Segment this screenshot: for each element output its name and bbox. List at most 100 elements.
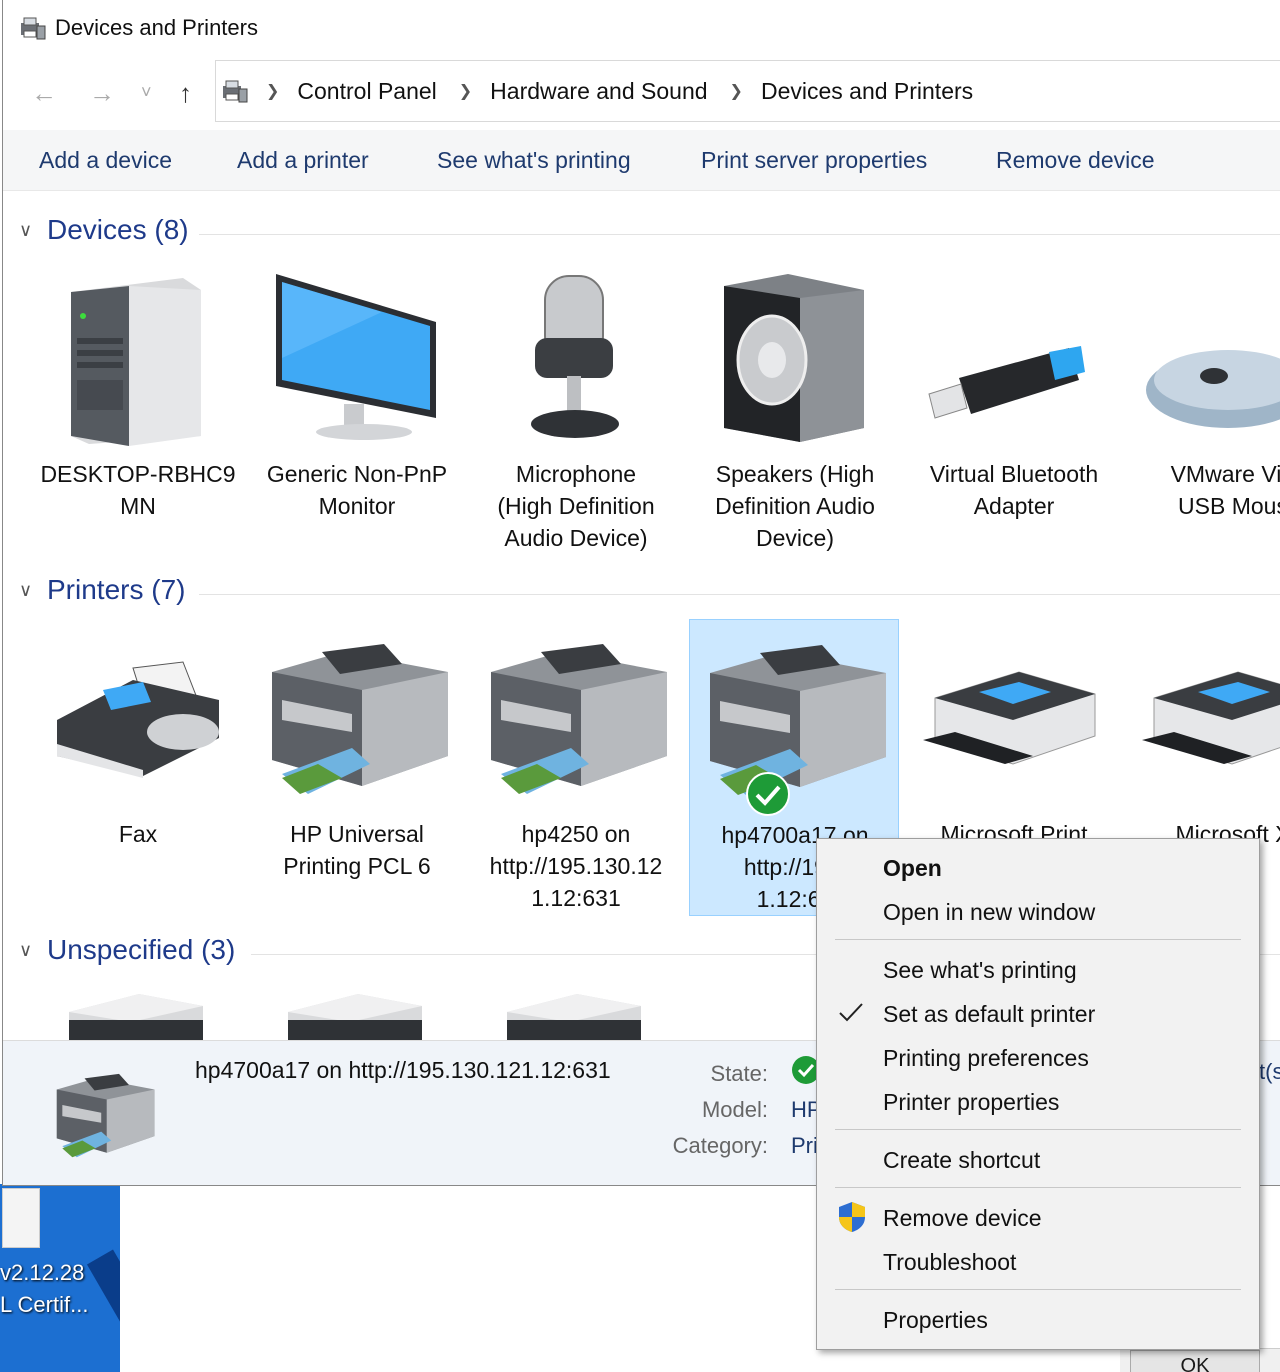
menu-separator: [835, 1187, 1241, 1188]
printers-group-title: Printers (7): [47, 574, 186, 605]
printer-label-line-2: http://195.130.12: [489, 853, 663, 879]
device-label-line-3: Audio Device): [504, 525, 648, 551]
device-label-line-2: MN: [120, 493, 156, 519]
device-monitor[interactable]: Generic Non-PnP Monitor: [252, 268, 462, 558]
menu-separator: [835, 939, 1241, 940]
printer-icon: [710, 645, 886, 795]
details-title: hp4700a17 on http://195.130.121.12:631: [195, 1057, 611, 1083]
device-label-line-1: Speakers (High: [715, 461, 875, 487]
remove-device-button[interactable]: Remove device: [996, 147, 1155, 174]
unspecified-device-1[interactable]: [67, 992, 205, 1040]
collapse-chevron-icon[interactable]: ∨: [19, 220, 32, 241]
breadcrumb-label[interactable]: Devices and Printers: [761, 78, 973, 105]
menu-printing-preferences[interactable]: Printing preferences: [883, 1045, 1089, 1072]
device-label-line-2: (High Definition: [497, 493, 655, 519]
menu-set-default-printer[interactable]: Set as default printer: [883, 1001, 1095, 1028]
navigation-bar: ← → ˅ ↑ ❯ Control Panel ❯ Hardware and S…: [3, 60, 1280, 126]
command-bar: Add a device Add a printer See what's pr…: [3, 130, 1280, 191]
printer-label-line-1: Fax: [118, 821, 158, 847]
category-value: Pri: [791, 1133, 818, 1158]
device-label-line-1: DESKTOP-RBHC9: [40, 461, 236, 487]
menu-open[interactable]: Open: [883, 855, 942, 882]
breadcrumb-devices-and-printers[interactable]: ❯ Devices and Printers: [708, 78, 974, 105]
photo-printer-icon: [923, 671, 1096, 765]
printer-label-line-2: Printing PCL 6: [283, 853, 431, 879]
category-label: Category:: [672, 1133, 768, 1158]
breadcrumb-chevron-icon[interactable]: ❯: [266, 81, 279, 101]
add-device-button[interactable]: Add a device: [39, 147, 172, 174]
group-divider: [199, 234, 1280, 235]
screen: v2.12.28 L Certif... OK Devices and Prin…: [0, 0, 1280, 1372]
details-status-fragment: t(s: [1259, 1059, 1280, 1084]
printers-group-header[interactable]: ∨ Printers (7): [3, 570, 1280, 610]
unspecified-device-3[interactable]: [505, 992, 643, 1040]
device-microphone[interactable]: Microphone (High Definition Audio Device…: [471, 268, 681, 558]
breadcrumb-control-panel[interactable]: ❯ Control Panel: [250, 78, 437, 105]
default-printer-check-icon: [746, 772, 790, 816]
device-label-line-2: Adapter: [973, 493, 1055, 519]
fax-icon: [57, 661, 219, 778]
device-label-line-2: Monitor: [318, 493, 396, 519]
menu-remove-device[interactable]: Remove device: [883, 1205, 1042, 1232]
desktop-file-label-2: L Certif...: [0, 1292, 89, 1317]
menu-separator: [835, 1129, 1241, 1130]
device-label-line-1: Generic Non-PnP: [266, 461, 448, 487]
desktop-wallpaper-stripe: [87, 1249, 120, 1369]
usb-bluetooth-icon: [928, 346, 1085, 419]
checkmark-icon: [839, 1003, 863, 1022]
microphone-icon: [531, 275, 619, 438]
unspecified-device-icon: [69, 994, 203, 1040]
unspecified-group-title: Unspecified (3): [47, 934, 236, 965]
printer-icon: [272, 644, 448, 794]
breadcrumb-label[interactable]: Control Panel: [297, 78, 436, 105]
see-whats-printing-button[interactable]: See what's printing: [437, 147, 631, 174]
collapse-chevron-icon[interactable]: ∨: [19, 940, 32, 961]
up-arrow-icon[interactable]: ↑: [179, 78, 192, 109]
forward-arrow-icon[interactable]: →: [89, 78, 115, 109]
printer-icon: [491, 644, 667, 794]
device-desktop[interactable]: DESKTOP-RBHC9 MN: [33, 268, 243, 558]
printer-fax[interactable]: Fax: [33, 628, 243, 918]
menu-see-whats-printing[interactable]: See what's printing: [883, 957, 1077, 984]
device-label-line-1: VMware Virt: [1170, 461, 1280, 487]
desktop-file-icon[interactable]: [2, 1188, 40, 1248]
printer-label-line-1: hp4250 on: [521, 821, 631, 847]
mouse-icon: [1146, 350, 1280, 428]
back-arrow-icon[interactable]: ←: [31, 78, 57, 109]
device-vmware-mouse[interactable]: VMware Virt USB Mous: [1128, 268, 1280, 558]
monitor-icon: [276, 274, 436, 440]
printer-hp4250[interactable]: hp4250 on http://195.130.12 1.12:631: [471, 628, 681, 918]
menu-properties[interactable]: Properties: [883, 1307, 988, 1334]
desktop-file-label-1: v2.12.28: [0, 1260, 85, 1285]
menu-troubleshoot[interactable]: Troubleshoot: [883, 1249, 1016, 1276]
address-bar[interactable]: ❯ Control Panel ❯ Hardware and Sound ❯ D…: [215, 60, 1280, 122]
background-ok-button[interactable]: OK: [1130, 1350, 1260, 1372]
device-label-line-2: Definition Audio: [715, 493, 875, 519]
printer-hp-universal[interactable]: HP Universal Printing PCL 6: [252, 628, 462, 918]
selected-printer-icon: [56, 1073, 155, 1158]
recent-locations-chevron-icon[interactable]: ˅: [141, 82, 152, 103]
breadcrumb-label[interactable]: Hardware and Sound: [490, 78, 707, 105]
breadcrumb-hardware-and-sound[interactable]: ❯ Hardware and Sound: [437, 78, 708, 105]
unspecified-device-2[interactable]: [286, 992, 424, 1040]
breadcrumb-chevron-icon[interactable]: ❯: [459, 81, 472, 101]
device-virtual-bluetooth[interactable]: Virtual Bluetooth Adapter: [909, 268, 1119, 558]
devices-printers-icon: [21, 17, 46, 40]
menu-create-shortcut[interactable]: Create shortcut: [883, 1147, 1040, 1174]
device-label-line-1: Virtual Bluetooth: [929, 461, 1099, 487]
add-printer-button[interactable]: Add a printer: [237, 147, 369, 174]
devices-group-header[interactable]: ∨ Devices (8): [3, 210, 1280, 250]
menu-open-in-new-window[interactable]: Open in new window: [883, 899, 1095, 926]
title-bar: Devices and Printers: [3, 0, 1280, 56]
group-divider: [199, 594, 1280, 595]
window-title: Devices and Printers: [55, 15, 258, 40]
collapse-chevron-icon[interactable]: ∨: [19, 580, 32, 601]
device-label-line-2: USB Mous: [1178, 493, 1280, 519]
uac-shield-icon: [839, 1202, 865, 1232]
menu-printer-properties[interactable]: Printer properties: [883, 1089, 1059, 1116]
print-server-properties-button[interactable]: Print server properties: [701, 147, 927, 174]
photo-printer-icon: [1142, 671, 1280, 765]
breadcrumb-chevron-icon[interactable]: ❯: [730, 81, 743, 101]
model-label: Model:: [701, 1097, 768, 1122]
device-speakers[interactable]: Speakers (High Definition Audio Device): [690, 268, 900, 558]
